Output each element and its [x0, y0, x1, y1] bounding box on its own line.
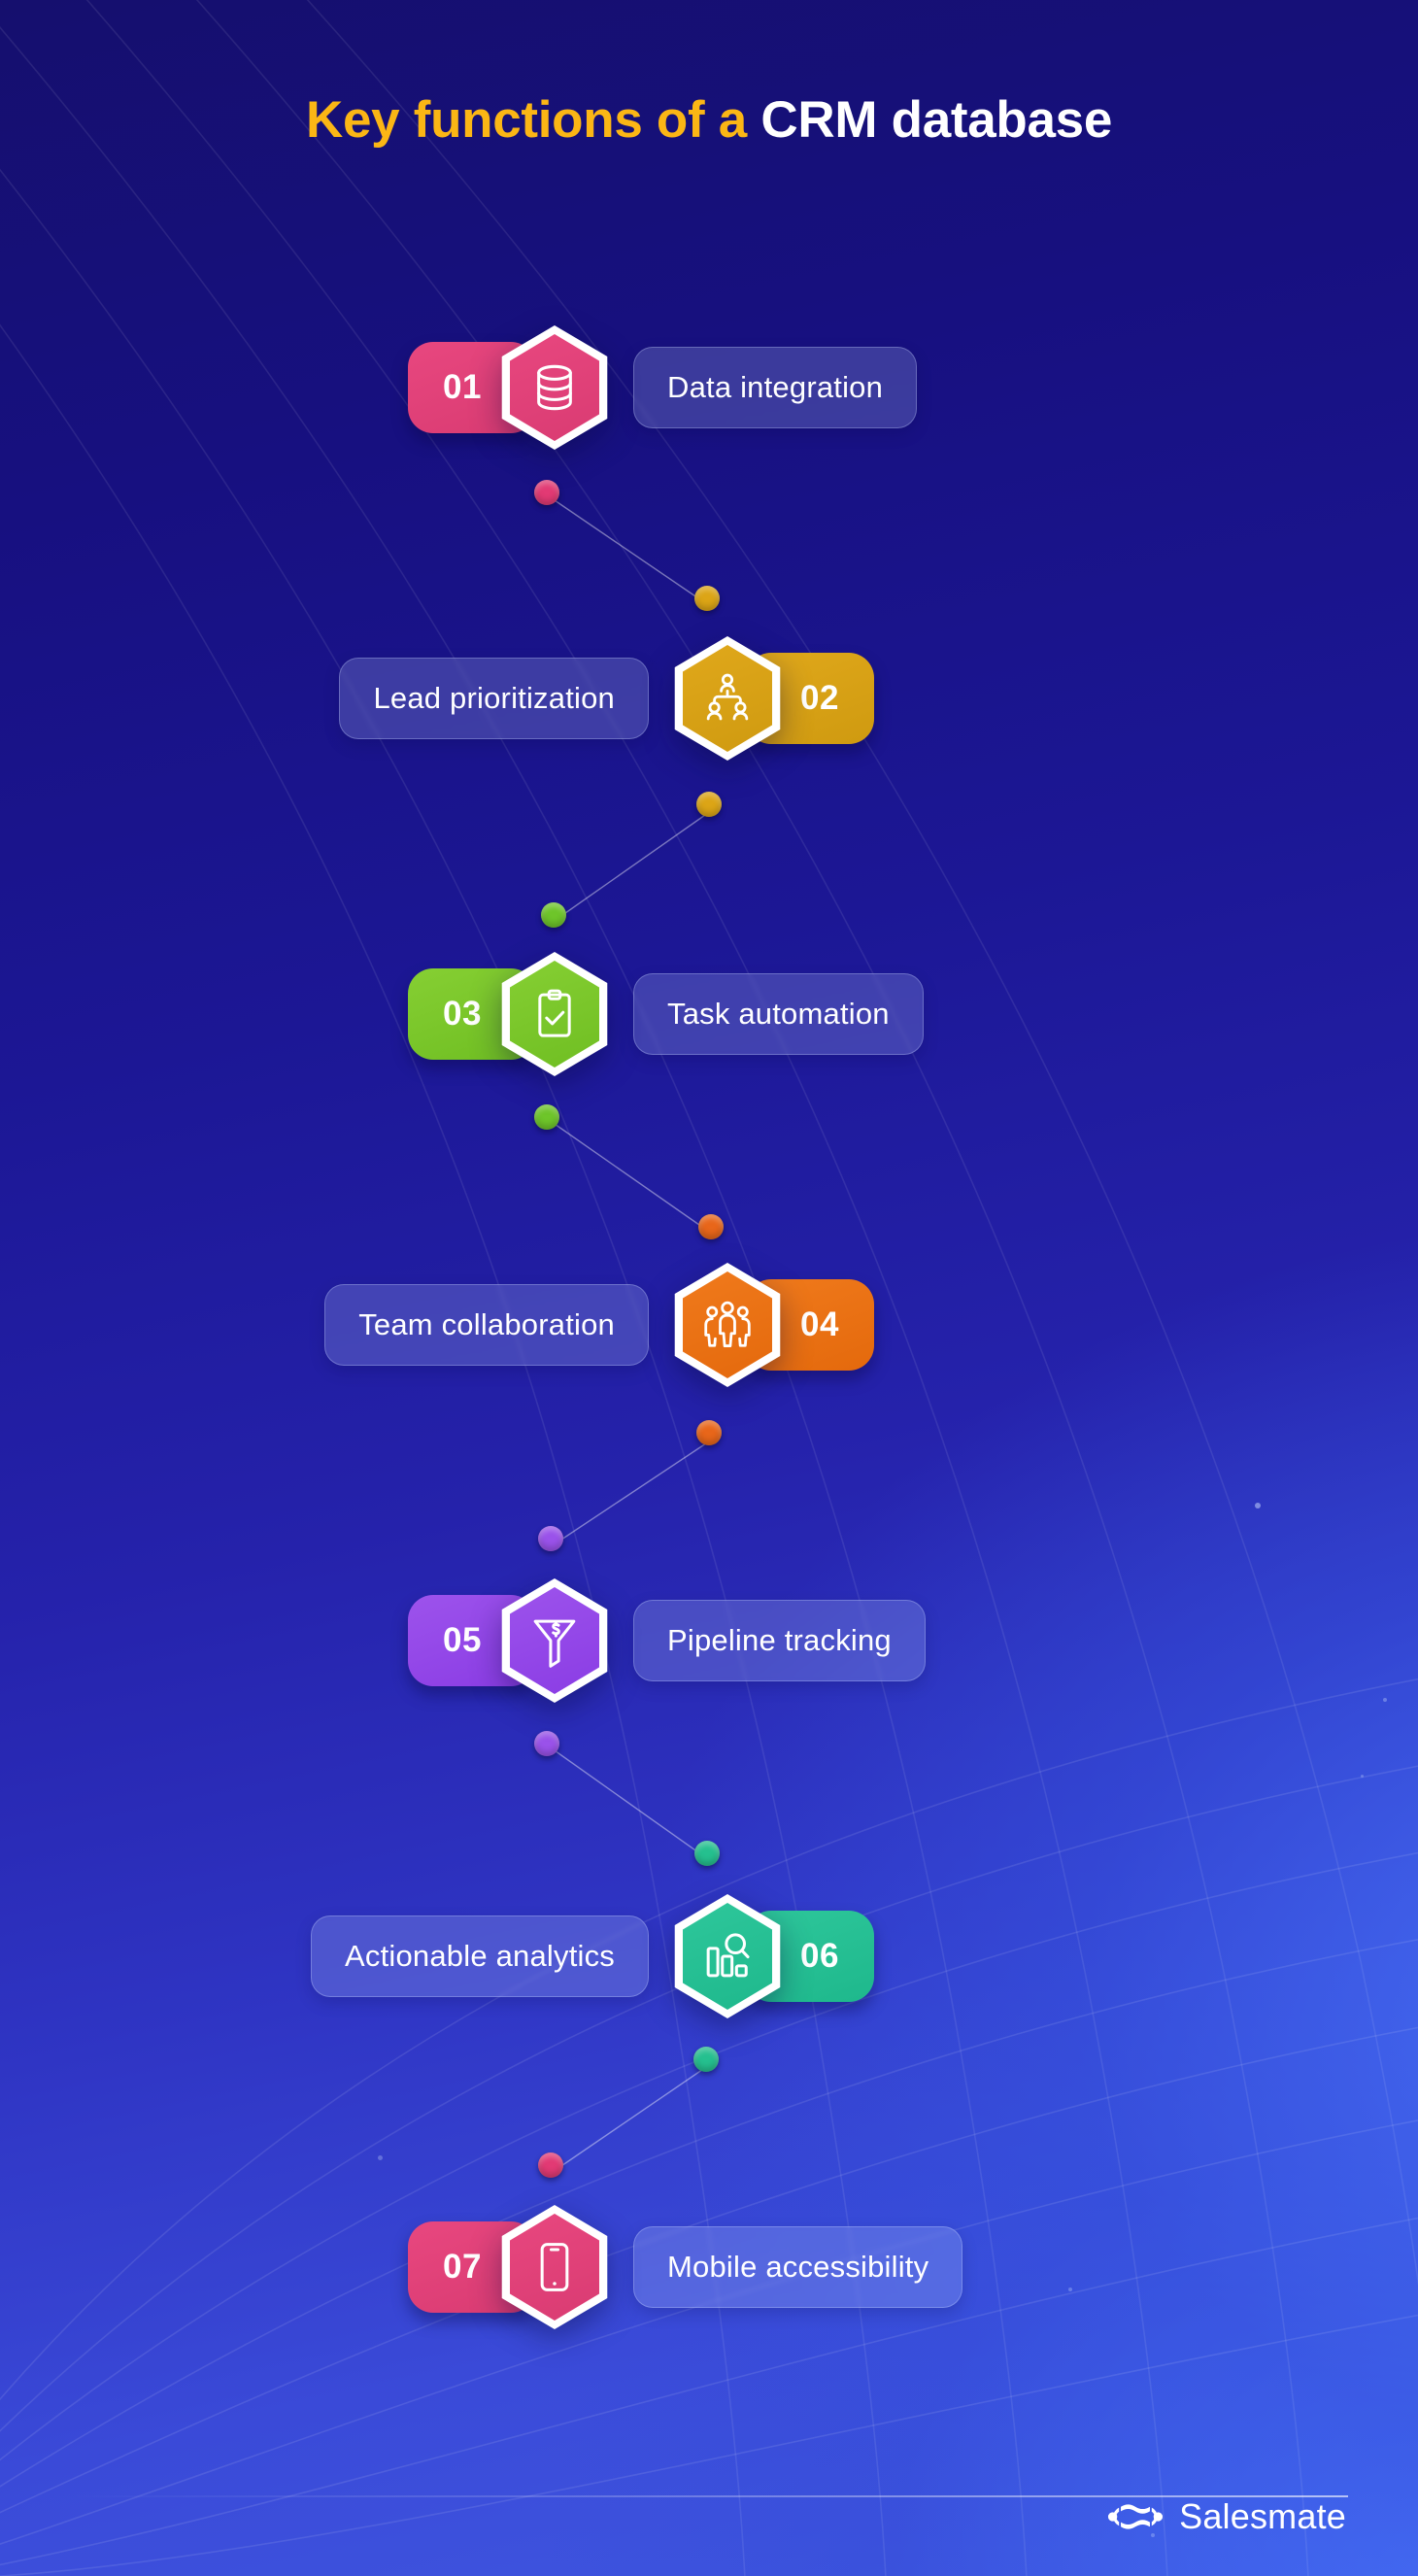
- step-icon-hexagon: [497, 952, 612, 1076]
- step-04[interactable]: Team collaboration 04: [0, 1263, 874, 1387]
- step-number-text: 04: [800, 1305, 839, 1343]
- step-label: Data integration: [633, 347, 918, 428]
- step-label: Task automation: [633, 973, 924, 1055]
- step-number-text: 07: [443, 2248, 482, 2286]
- step-01[interactable]: 01 Data integration: [408, 325, 918, 450]
- step-label: Lead prioritization: [339, 658, 649, 739]
- step-number-text: 03: [443, 995, 482, 1033]
- step-number-text: 01: [443, 368, 482, 406]
- salesmate-logo-icon: [1108, 2504, 1164, 2529]
- step-number-text: 06: [800, 1937, 839, 1975]
- infographic-canvas: Key functions of a CRM database 01 Data i…: [0, 0, 1418, 2576]
- step-icon-hexagon: [670, 636, 785, 761]
- brand-logo: Salesmate: [1107, 2496, 1346, 2537]
- step-03[interactable]: 03 Task automation: [408, 952, 924, 1076]
- step-number-text: 02: [800, 679, 839, 717]
- step-label: Mobile accessibility: [633, 2226, 963, 2308]
- step-icon-hexagon: [497, 325, 612, 450]
- step-label: Team collaboration: [324, 1284, 649, 1366]
- step-icon-hexagon: [497, 2205, 612, 2329]
- step-06[interactable]: Actionable analytics 06: [0, 1894, 874, 2018]
- steps-list: 01 Data integration Lead prioritization 02 0…: [0, 0, 1418, 2576]
- step-number-text: 05: [443, 1621, 482, 1659]
- step-icon-hexagon: [670, 1894, 785, 2018]
- step-icon-hexagon: [497, 1578, 612, 1703]
- step-02[interactable]: Lead prioritization 02: [0, 636, 874, 761]
- step-05[interactable]: 05 Pipeline tracking: [408, 1578, 926, 1703]
- step-label: Actionable analytics: [311, 1915, 649, 1997]
- step-icon-hexagon: [670, 1263, 785, 1387]
- brand-name: Salesmate: [1179, 2496, 1346, 2536]
- step-07[interactable]: 07 Mobile accessibility: [408, 2205, 963, 2329]
- step-label: Pipeline tracking: [633, 1600, 926, 1681]
